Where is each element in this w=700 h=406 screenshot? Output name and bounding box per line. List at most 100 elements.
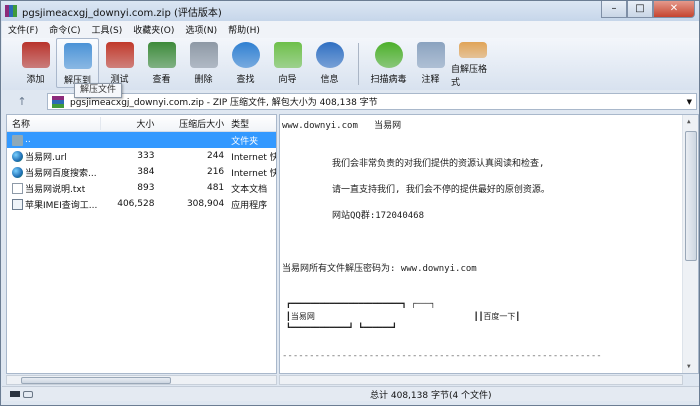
column-name[interactable]: 名称	[7, 116, 101, 130]
file-name-cell: 苹果IMEI查询工...	[7, 198, 101, 211]
menu-item-4[interactable]: 选项(N)	[185, 23, 217, 36]
file-type: 应用程序	[231, 200, 268, 211]
sfx-box-icon	[458, 42, 487, 58]
file-size: 333	[137, 151, 155, 161]
list-header: 名称 大小 压缩后大小 类型	[7, 115, 276, 132]
scrollbar-thumb[interactable]	[21, 377, 171, 384]
window-title: pgsjimeacxgj_downyi.com.zip (评估版本)	[22, 7, 222, 19]
column-type[interactable]: 类型	[228, 117, 276, 130]
file-name: 苹果IMEI查询工...	[25, 200, 98, 211]
title-bar: pgsjimeacxgj_downyi.com.zip (评估版本) – □ ✕	[1, 1, 699, 21]
comment-line: 当易网所有文件解压密码为: www.downyi.com	[282, 264, 477, 274]
trash-icon	[189, 42, 218, 68]
toolbar-button-7[interactable]: 信息	[308, 38, 351, 88]
toolbar-button-5[interactable]: 查找	[224, 38, 267, 88]
file-size: 384	[137, 167, 155, 177]
file-list: 名称 大小 压缩后大小 类型 .. 文件夹当易网.url 333 244 Interne…	[6, 114, 277, 374]
toolbar-button-6[interactable]: 向导	[266, 38, 309, 88]
info-icon	[315, 42, 344, 68]
toolbar-button-4[interactable]: 删除	[182, 38, 225, 88]
file-name: 当易网说明.txt	[25, 184, 86, 195]
maximize-button[interactable]: □	[627, 1, 653, 18]
menu-item-2[interactable]: 工具(S)	[92, 23, 123, 36]
toolbar-label: 查找	[236, 75, 255, 85]
file-packed: 481	[206, 183, 225, 193]
file-packed: 308,904	[186, 199, 225, 209]
file-name: ..	[25, 135, 31, 145]
status-bar: 总计 408,138 字节(4 个文件)	[2, 386, 699, 401]
comment-line: ┃当易网 ┃┃百度一下┃	[286, 312, 521, 321]
scroll-up-icon[interactable]: ▲	[687, 118, 691, 125]
file-row[interactable]: 当易网百度搜索... 384 216 Internet 快	[7, 164, 276, 180]
winrar-window: pgsjimeacxgj_downyi.com.zip (评估版本) – □ ✕…	[0, 0, 700, 406]
file-packed: 244	[206, 151, 225, 161]
column-size[interactable]: 大小	[101, 117, 159, 130]
comment-line: ----------------------------------------…	[282, 351, 602, 361]
comment-line: ┗━━━━━━━━━━━━┛ ┗━━━━━━┛	[286, 323, 397, 332]
toolbar-button-0[interactable]: 添加	[14, 38, 57, 88]
tooltip: 解压文件	[74, 83, 123, 98]
file-row[interactable]: 当易网说明.txt 893 481 文本文档	[7, 180, 276, 196]
toolbar-label: 删除	[194, 75, 213, 85]
toolbar-button-10[interactable]: 自解压格式	[451, 38, 494, 88]
file-type: 文件夹	[231, 136, 259, 147]
comment-view: www.downyi.com 当易网 我们会非常负责的对我们提供的资源认真阅读和…	[279, 114, 699, 374]
file-size: 406,528	[117, 199, 155, 209]
zip-archive-icon	[52, 95, 64, 108]
find-magnifier-icon	[231, 42, 260, 68]
file-name-cell: 当易网.url	[7, 150, 101, 163]
toolbar-label: 注释	[421, 75, 440, 85]
toolbar-button-2[interactable]: 测试	[98, 38, 141, 88]
toolbar-button-8[interactable]: 扫描病毒	[367, 38, 410, 88]
menu-bar: 文件(F) 命令(C) 工具(S) 收藏夹(O) 选项(N) 帮助(H)	[2, 21, 699, 38]
menu-item-0[interactable]: 文件(F)	[8, 23, 38, 36]
file-name: 当易网百度搜索...	[25, 168, 97, 179]
winrar-app-icon	[5, 5, 17, 17]
folder-icon	[12, 134, 23, 146]
dropdown-arrow-icon[interactable]: ▼	[687, 98, 692, 106]
view-book-icon	[147, 42, 176, 68]
keyboard-icon	[10, 391, 20, 397]
test-checklist-icon	[105, 42, 134, 68]
exe-icon	[12, 198, 23, 210]
file-size: 893	[137, 183, 155, 193]
toolbar-button-3[interactable]: 查看	[140, 38, 183, 88]
comment-line: 网站QQ群:172040468	[332, 211, 425, 221]
comment-line: 我们会非常负责的对我们提供的资源认真阅读和检查,	[332, 159, 545, 169]
close-button[interactable]: ✕	[653, 1, 695, 18]
comment-line: ┏━━━━━━━━━━━━━━━━━━━━━━━┓ ┌───┐	[286, 299, 436, 308]
file-row[interactable]: .. 文件夹	[7, 132, 276, 148]
file-type: 文本文档	[231, 184, 268, 195]
wizard-wand-icon	[273, 42, 302, 68]
toolbar-button-9[interactable]: 注释	[409, 38, 452, 88]
minimize-button[interactable]: –	[601, 1, 627, 18]
menu-item-1[interactable]: 命令(C)	[49, 23, 80, 36]
add-archive-icon	[21, 42, 50, 68]
menu-item-5[interactable]: 帮助(H)	[228, 23, 260, 36]
list-horizontal-scrollbar[interactable]	[6, 375, 277, 385]
file-packed: 216	[206, 167, 225, 177]
toolbar-button-1[interactable]: 解压到	[56, 38, 99, 88]
column-packed[interactable]: 压缩后大小	[158, 117, 228, 130]
scroll-down-icon[interactable]: ▼	[687, 363, 691, 370]
up-arrow-button[interactable]: ↑	[2, 95, 42, 108]
toolbar-label: 扫描病毒	[370, 75, 407, 85]
scrollbar-thumb[interactable]	[685, 131, 697, 261]
txt-icon	[12, 182, 23, 194]
toolbar-label: 自解压格式	[451, 65, 488, 88]
toolbar-label: 信息	[320, 75, 339, 85]
toolbar-label: 添加	[26, 75, 45, 85]
file-name-cell: 当易网说明.txt	[7, 182, 101, 195]
comment-line: www.downyi.com 当易网	[282, 121, 402, 131]
path-dropdown[interactable]: pgsjimeacxgj_downyi.com.zip - ZIP 压缩文件, …	[47, 93, 697, 110]
view-horizontal-scrollbar[interactable]	[279, 375, 683, 385]
file-row[interactable]: 当易网.url 333 244 Internet 快	[7, 148, 276, 164]
file-row[interactable]: 苹果IMEI查询工... 406,528 308,904 应用程序	[7, 196, 276, 212]
vertical-scrollbar[interactable]: ▲ ▼	[682, 115, 698, 373]
globe-icon	[12, 166, 23, 178]
file-type: Internet 快	[231, 152, 276, 163]
toolbar-label: 查看	[152, 75, 171, 85]
virus-scan-icon	[374, 42, 403, 68]
toolbar-separator	[358, 43, 359, 85]
menu-item-3[interactable]: 收藏夹(O)	[133, 23, 174, 36]
